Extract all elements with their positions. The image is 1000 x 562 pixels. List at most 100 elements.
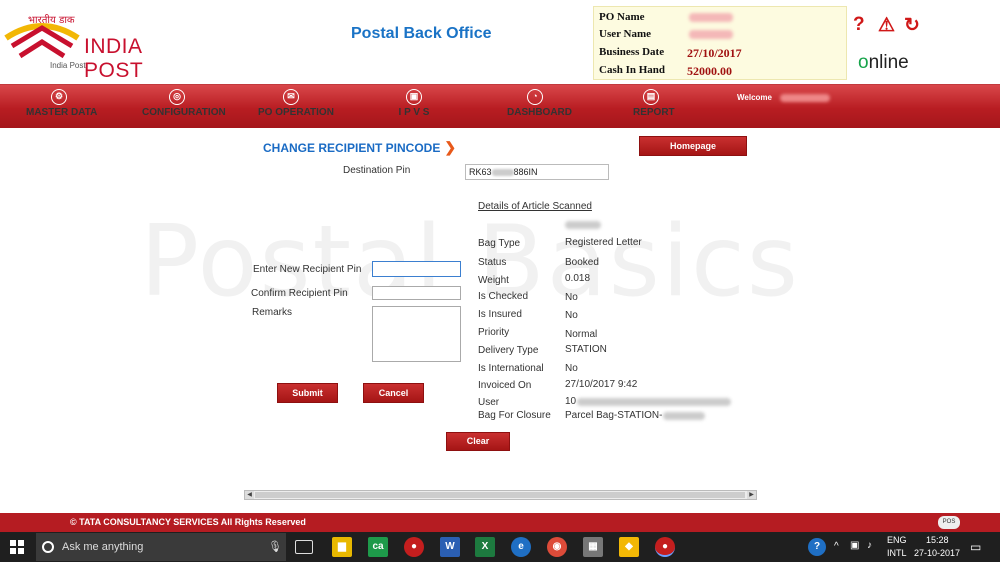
excel-icon[interactable]: X <box>475 537 495 557</box>
horizontal-scrollbar[interactable]: ◀ ▶ <box>244 490 757 500</box>
detail-value: No <box>565 292 578 303</box>
volume-icon[interactable]: ♪ <box>867 540 872 551</box>
destination-pin-field[interactable]: RK63 886IN <box>465 164 609 180</box>
taskbar-search-placeholder: Ask me anything <box>62 541 144 553</box>
ipvs-icon: ▣ <box>406 89 422 105</box>
calculator-icon[interactable]: ▦ <box>583 537 603 557</box>
redacted-user-name <box>780 94 830 102</box>
remarks-textarea[interactable] <box>372 306 461 362</box>
nav-label: DASHBOARD <box>507 107 572 118</box>
redacted-pin-part <box>491 169 514 177</box>
nav-report[interactable]: ▤ REPORT <box>633 89 675 125</box>
detail-value: STATION <box>565 344 607 355</box>
windows-taskbar: Ask me anything 🎙 ▆ ca ● W X e ◉ ▦ ◆ ● ?… <box>0 532 1000 562</box>
refresh-icon[interactable]: ↻ <box>904 14 920 37</box>
info-row-user-name: User Name <box>599 28 847 44</box>
clock-date[interactable]: 27-10-2017 <box>914 548 960 558</box>
warning-icon[interactable]: ⚠ <box>878 14 895 37</box>
nav-configuration[interactable]: ◎ CONFIGURATION <box>142 89 226 125</box>
chevron-right-icon: ❯ <box>444 139 457 155</box>
app-active-icon[interactable]: ● <box>655 537 675 557</box>
tray-expand-icon[interactable]: ^ <box>834 541 839 552</box>
detail-value: 0.018 <box>565 273 591 284</box>
remarks-label: Remarks <box>252 307 293 318</box>
logo-small-text: India Post <box>50 61 86 70</box>
cancel-button[interactable]: Cancel <box>363 383 424 403</box>
confirm-pin-input[interactable] <box>372 286 461 300</box>
nav-ipvs[interactable]: ▣ I P V S <box>396 89 432 125</box>
detail-value: 27/10/2017 9:42 <box>565 379 638 390</box>
detail-value: Booked <box>565 257 599 268</box>
redacted-article-id <box>565 221 601 229</box>
app-red-icon[interactable]: ● <box>404 537 424 557</box>
copyright-text: © TATA CONSULTANCY SERVICES All Rights R… <box>70 517 306 527</box>
header-icons: ? ⚠ ↻ <box>850 14 930 36</box>
app-yellow-icon[interactable]: ◆ <box>619 537 639 557</box>
info-row-cash-in-hand: Cash In Hand 52000.00 <box>599 64 847 80</box>
file-explorer-icon[interactable]: ▆ <box>332 537 352 557</box>
help-tray-icon[interactable]: ? <box>808 538 826 556</box>
watermark: Postal Basics <box>140 205 800 319</box>
detail-key: Delivery Type <box>478 345 539 356</box>
detail-value: 10 <box>565 396 577 407</box>
detail-value: Parcel Bag-STATION- <box>565 410 663 421</box>
scrollbar-thumb[interactable] <box>255 492 745 498</box>
destination-pin-prefix: RK63 <box>469 167 492 177</box>
language-top[interactable]: ENG <box>887 535 907 545</box>
chrome-icon[interactable]: ◉ <box>547 537 567 557</box>
detail-key: Bag For Closure <box>478 410 551 421</box>
detail-value: No <box>565 310 578 321</box>
clock-time[interactable]: 15:28 <box>926 535 949 545</box>
destination-pin-label: Destination Pin <box>343 165 411 176</box>
india-post-logo[interactable]: भारतीय डाक INDIA POST India Post <box>2 6 202 82</box>
po-operation-icon: ✉ <box>283 89 299 105</box>
session-info-box: PO Name User Name Business Date 27/10/20… <box>593 6 847 80</box>
nav-label: REPORT <box>633 107 675 118</box>
detail-key: User <box>478 397 500 408</box>
word-icon[interactable]: W <box>440 537 460 557</box>
microphone-icon[interactable]: 🎙 <box>268 540 282 553</box>
action-center-icon[interactable]: ▭ <box>970 540 981 554</box>
new-pin-input[interactable] <box>372 261 461 277</box>
calculator-app-icon[interactable]: ca <box>368 537 388 557</box>
help-icon[interactable]: ? <box>853 14 865 36</box>
task-view-icon[interactable] <box>295 540 313 554</box>
detail-value: Registered Letter <box>565 237 642 248</box>
scroll-left-icon[interactable]: ◀ <box>245 491 254 499</box>
main-nav: ⚙ MASTER DATA ◎ CONFIGURATION ✉ PO OPERA… <box>0 84 1000 128</box>
footer: © TATA CONSULTANCY SERVICES All Rights R… <box>0 513 1000 532</box>
redacted-bag-id <box>663 412 705 420</box>
tray-notification-icon[interactable]: ▣ <box>850 540 859 551</box>
report-icon: ▤ <box>643 89 659 105</box>
clear-button[interactable]: Clear <box>446 432 510 451</box>
submit-button[interactable]: Submit <box>277 383 338 403</box>
detail-key: Is International <box>478 363 544 374</box>
online-logo-o: o <box>858 52 869 73</box>
business-date-value: 27/10/2017 <box>687 46 742 60</box>
detail-key: Invoiced On <box>478 380 532 391</box>
nav-label: PO OPERATION <box>258 107 334 118</box>
language-bottom[interactable]: INTL <box>887 548 907 558</box>
detail-key: Priority <box>478 327 510 338</box>
confirm-pin-label: Confirm Recipient Pin <box>251 288 348 299</box>
online-logo-rest: nline <box>868 52 909 73</box>
taskbar-search-box[interactable]: Ask me anything 🎙 <box>36 533 286 561</box>
nav-dashboard[interactable]: ◔ DASHBOARD <box>507 89 572 125</box>
detail-value: Normal <box>565 329 598 340</box>
windows-start-icon[interactable] <box>10 540 24 554</box>
info-row-po-name: PO Name <box>599 11 847 27</box>
detail-value: No <box>565 363 578 374</box>
nav-po-operation[interactable]: ✉ PO OPERATION <box>258 89 334 125</box>
online-logo: online <box>858 52 909 74</box>
page: भारतीय डाक INDIA POST India Post Postal … <box>0 0 1000 562</box>
homepage-button[interactable]: Homepage <box>639 136 747 156</box>
internet-explorer-icon[interactable]: e <box>511 537 531 557</box>
cash-in-hand-value: 52000.00 <box>687 64 732 78</box>
nav-master-data[interactable]: ⚙ MASTER DATA <box>26 89 97 125</box>
app-title: Postal Back Office <box>351 25 492 42</box>
detail-key: Weight <box>478 275 509 286</box>
info-label: PO Name <box>599 11 645 23</box>
detail-key: Is Insured <box>478 309 522 320</box>
configuration-icon: ◎ <box>169 89 185 105</box>
scroll-right-icon[interactable]: ▶ <box>747 491 756 499</box>
